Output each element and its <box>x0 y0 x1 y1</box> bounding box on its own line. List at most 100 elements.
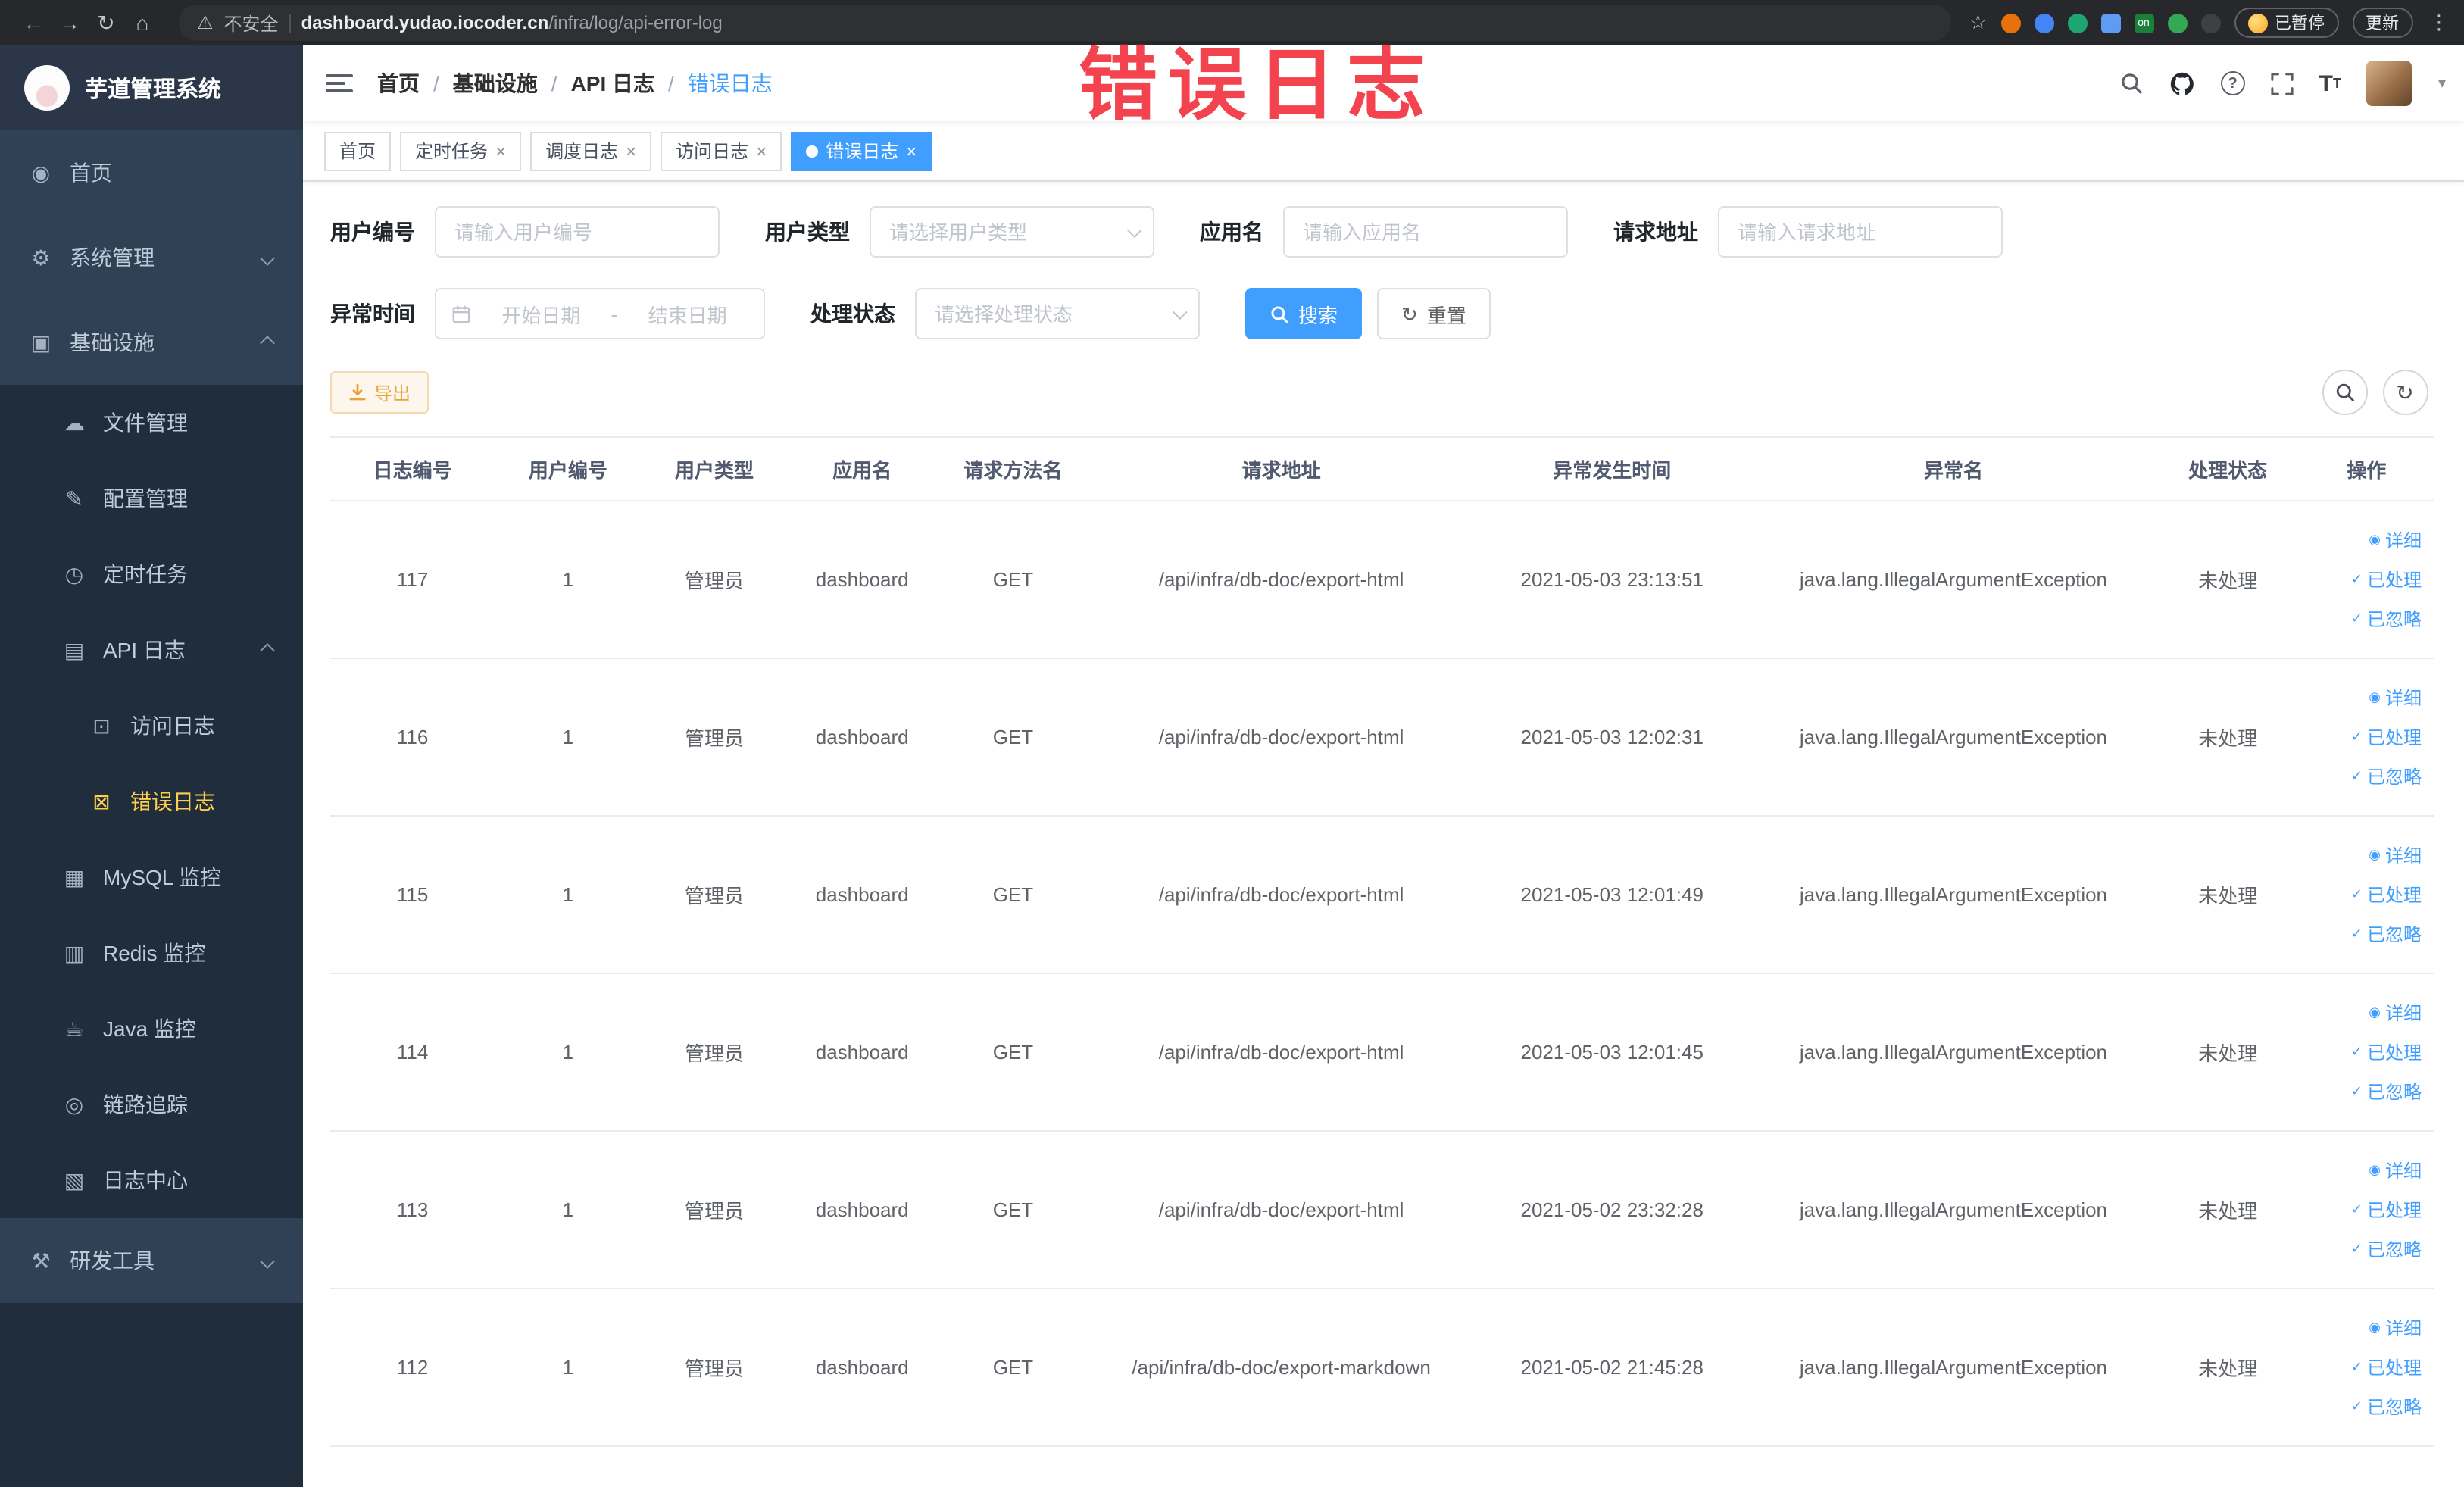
chevron-down-icon[interactable]: ▾ <box>2438 75 2446 92</box>
range-separator: - <box>611 302 618 325</box>
detail-link[interactable]: ◉ 详细 <box>2369 527 2422 553</box>
app-name-input[interactable] <box>1283 206 1568 258</box>
cell-log-id: 113 <box>330 1131 495 1289</box>
ignored-link[interactable]: ✓ 已忽略 <box>2351 606 2422 632</box>
sidebar-item-redis-monitor[interactable]: ▥ Redis 监控 <box>0 915 303 991</box>
detail-link[interactable]: ◉ 详细 <box>2369 1157 2422 1183</box>
user-id-input[interactable] <box>435 206 720 258</box>
sidebar-item-error-log[interactable]: ⊠ 错误日志 <box>0 764 303 839</box>
font-size-icon[interactable]: TT <box>2319 70 2341 96</box>
close-icon[interactable]: × <box>906 142 917 160</box>
extension-icon-leaf[interactable] <box>2167 13 2187 33</box>
search-icon[interactable] <box>2119 71 2144 95</box>
sidebar-item-log-center[interactable]: ▧ 日志中心 <box>0 1142 303 1218</box>
processed-link[interactable]: ✓ 已处理 <box>2351 567 2422 592</box>
sidebar-item-mysql-monitor[interactable]: ▦ MySQL 监控 <box>0 839 303 915</box>
sidebar-item-system-management[interactable]: ⚙ 系统管理 <box>0 215 303 300</box>
tab-access-log[interactable]: 访问日志 × <box>661 131 782 170</box>
filter-process-status: 处理状态 <box>810 288 1200 339</box>
cell-request-url: /api/infra/db-doc/export-html <box>1089 501 1474 659</box>
access-log-icon: ⊡ <box>92 713 111 737</box>
sidebar-item-api-logs[interactable]: ▤ API 日志 <box>0 612 303 688</box>
sidebar-item-dev-tools[interactable]: ⚒ 研发工具 <box>0 1218 303 1303</box>
breadcrumb: 首页 / 基础设施 / API 日志 / 错误日志 <box>377 68 773 98</box>
ignored-link[interactable]: ✓ 已忽略 <box>2351 921 2422 947</box>
refresh-button[interactable]: ↻ <box>2382 370 2428 415</box>
user-type-select[interactable] <box>870 206 1154 258</box>
browser-menu-icon[interactable]: ⋮ <box>2429 11 2449 35</box>
breadcrumb-current: 错误日志 <box>687 71 773 95</box>
tab-error-log[interactable]: 错误日志 × <box>791 131 932 170</box>
check-icon: ✓ <box>2350 1398 2363 1414</box>
ignored-link[interactable]: ✓ 已忽略 <box>2351 1236 2422 1262</box>
detail-link[interactable]: ◉ 详细 <box>2369 1000 2422 1026</box>
extension-icon-grid[interactable] <box>2100 13 2120 33</box>
sidebar-item-java-monitor[interactable]: ☕ Java 监控 <box>0 991 303 1067</box>
tab-dispatch-log[interactable]: 调度日志 × <box>530 131 652 170</box>
extension-icon-green[interactable] <box>2067 13 2087 33</box>
sidebar-item-infrastructure[interactable]: ▣ 基础设施 <box>0 300 303 385</box>
processed-link[interactable]: ✓ 已处理 <box>2351 1039 2422 1065</box>
ignored-link[interactable]: ✓ 已忽略 <box>2351 764 2422 789</box>
extension-icon-orange[interactable] <box>2000 13 2020 33</box>
extension-icon-on-badge[interactable]: on <box>2134 13 2153 33</box>
process-status-select[interactable] <box>915 288 1200 339</box>
breadcrumb-infrastructure[interactable]: 基础设施 <box>453 68 538 98</box>
fullscreen-icon[interactable] <box>2270 72 2294 95</box>
sidebar-collapse-icon[interactable] <box>326 74 353 92</box>
date-range-picker[interactable]: 开始日期 - 结束日期 <box>435 288 765 339</box>
refresh-icon: ↻ <box>1401 302 1418 325</box>
redis-icon: ▥ <box>64 940 85 964</box>
close-icon[interactable]: × <box>626 142 636 160</box>
ignored-link[interactable]: ✓ 已忽略 <box>2351 1079 2422 1104</box>
filter-row-2: 异常时间 开始日期 - 结束日期 处理状态 搜 <box>330 288 2434 339</box>
user-avatar[interactable] <box>2366 61 2412 106</box>
app-name-label: 应用名 <box>1200 220 1263 244</box>
sidebar-item-trace[interactable]: ◎ 链路追踪 <box>0 1067 303 1142</box>
processed-link[interactable]: ✓ 已处理 <box>2351 1354 2422 1380</box>
sidebar-item-file-management[interactable]: ☁ 文件管理 <box>0 385 303 461</box>
browser-toolbar: ← → ↻ ⌂ ⚠ 不安全 dashboard.yudao.iocoder.cn… <box>0 0 2464 45</box>
github-icon[interactable] <box>2169 70 2195 96</box>
app-title: 芋道管理系统 <box>85 77 222 102</box>
detail-link[interactable]: ◉ 详细 <box>2369 842 2422 868</box>
processed-link[interactable]: ✓ 已处理 <box>2351 1197 2422 1223</box>
chrome-update-button[interactable]: 更新 <box>2352 8 2412 38</box>
tab-scheduled-tasks[interactable]: 定时任务 × <box>400 131 522 170</box>
detail-link[interactable]: ◉ 详细 <box>2369 1315 2422 1341</box>
close-icon[interactable]: × <box>495 142 506 160</box>
export-button[interactable]: 导出 <box>330 371 429 414</box>
eye-icon: ◉ <box>2369 1162 2381 1177</box>
processed-link[interactable]: ✓ 已处理 <box>2351 724 2422 750</box>
breadcrumb-api-logs[interactable]: API 日志 <box>571 68 654 98</box>
cell-process-status: 未处理 <box>2156 501 2300 659</box>
sidebar-item-home[interactable]: ◉ 首页 <box>0 130 303 215</box>
browser-forward-icon[interactable]: → <box>52 11 88 35</box>
sidebar-item-access-log[interactable]: ⊡ 访问日志 <box>0 688 303 764</box>
browser-home-icon[interactable]: ⌂ <box>124 11 161 35</box>
ignored-link[interactable]: ✓ 已忽略 <box>2351 1394 2422 1420</box>
close-icon[interactable]: × <box>756 142 767 160</box>
reset-button[interactable]: ↻ 重置 <box>1377 288 1491 339</box>
search-button[interactable]: 搜索 <box>1245 288 1363 339</box>
bookmark-star-icon[interactable]: ☆ <box>1969 11 1987 35</box>
extension-icon-paw[interactable] <box>2200 13 2220 33</box>
sidebar-item-scheduled-tasks[interactable]: ◷ 定时任务 <box>0 536 303 612</box>
browser-address-bar[interactable]: ⚠ 不安全 dashboard.yudao.iocoder.cn/infra/l… <box>179 5 1951 41</box>
extension-icon-blue-drop[interactable] <box>2034 13 2053 33</box>
sidebar-item-config-management[interactable]: ✎ 配置管理 <box>0 461 303 536</box>
app-logo-row[interactable]: 芋道管理系统 <box>0 45 303 130</box>
search-toggle-button[interactable] <box>2322 370 2367 415</box>
breadcrumb-home[interactable]: 首页 <box>377 68 420 98</box>
request-url-input[interactable] <box>1718 206 2003 258</box>
processed-label: 已处理 <box>2366 1042 2422 1064</box>
url-domain: dashboard.yudao.iocoder.cn <box>301 12 549 33</box>
tab-home[interactable]: 首页 <box>324 131 392 170</box>
profile-paused-badge[interactable]: 已暂停 <box>2234 8 2338 38</box>
processed-link[interactable]: ✓ 已处理 <box>2351 882 2422 908</box>
help-icon[interactable]: ? <box>2220 71 2245 95</box>
browser-reload-icon[interactable]: ↻ <box>88 10 124 36</box>
gear-icon: ⚙ <box>31 245 51 269</box>
browser-back-icon[interactable]: ← <box>15 11 52 35</box>
detail-link[interactable]: ◉ 详细 <box>2369 685 2422 711</box>
